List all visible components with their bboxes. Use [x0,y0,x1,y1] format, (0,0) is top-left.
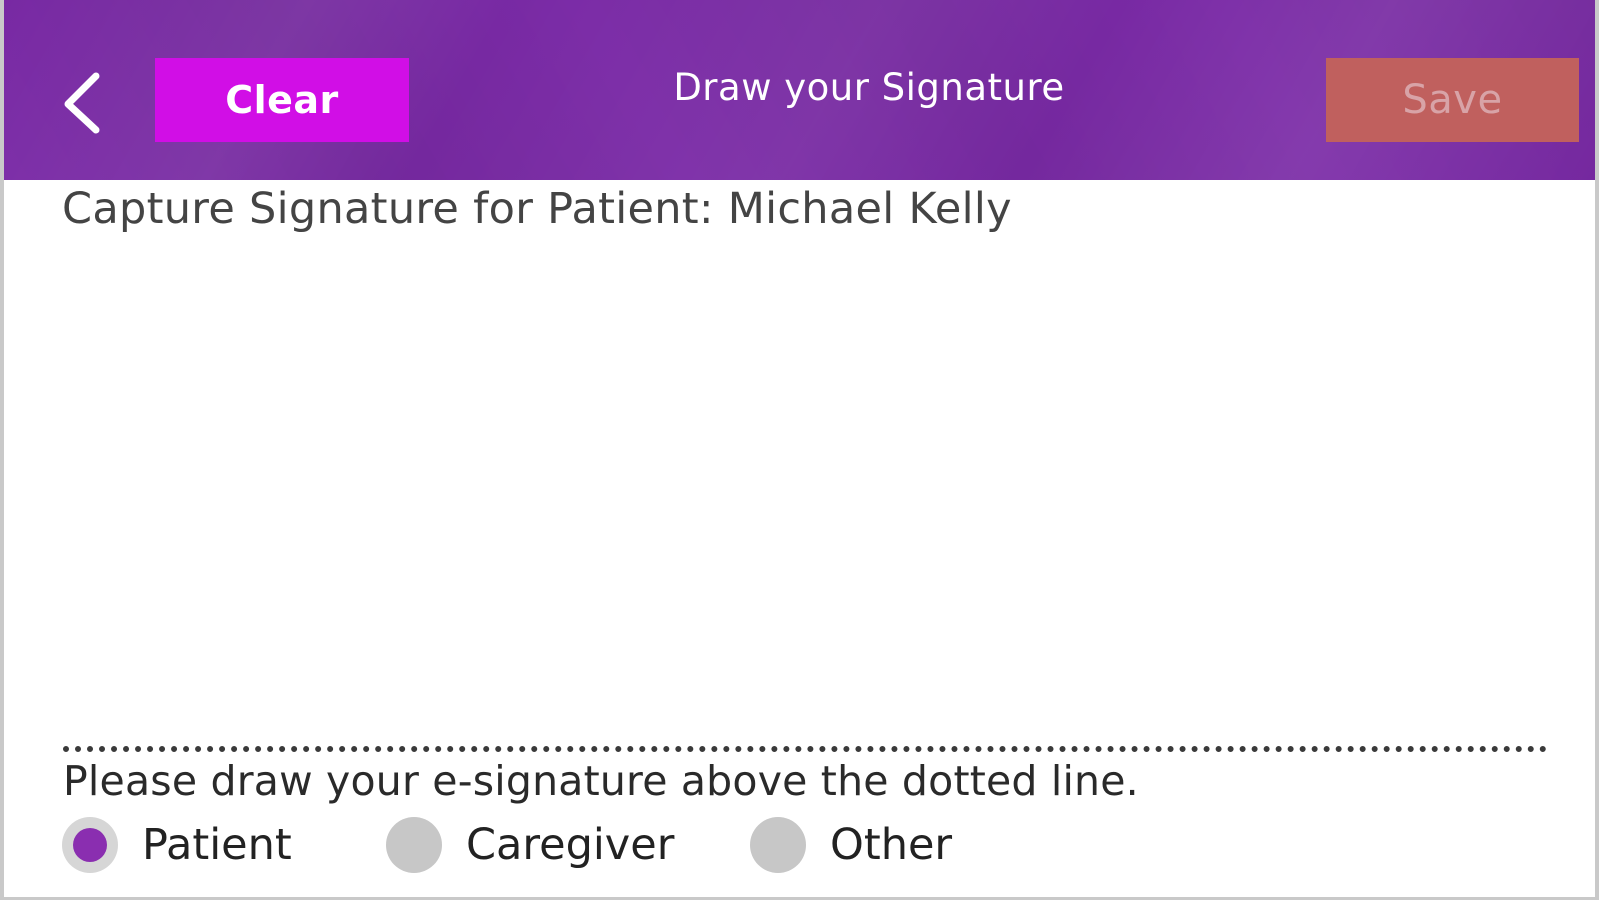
back-button[interactable] [52,66,112,138]
signer-role-group: Patient Caregiver Other [62,814,1462,876]
radio-selected-icon[interactable] [62,817,118,873]
role-label-other: Other [830,820,953,870]
role-label-caregiver: Caregiver [466,820,675,870]
signature-line [63,746,1547,752]
clear-button[interactable]: Clear [155,58,409,142]
instruction-text: Please draw your e-signature above the d… [63,757,1139,805]
radio-unselected-icon[interactable] [750,817,806,873]
capture-label: Capture Signature for Patient: Michael K… [62,184,1012,234]
signature-canvas[interactable] [4,180,1595,750]
role-option-caregiver[interactable]: Caregiver [386,814,674,876]
signature-screen: Clear Draw your Signature Save Capture S… [0,0,1599,900]
role-label-patient: Patient [142,820,292,870]
chevron-left-icon [64,72,100,134]
radio-dot [73,828,107,862]
save-button[interactable]: Save [1326,58,1579,142]
header-bar: Clear Draw your Signature Save [4,0,1595,180]
role-option-other[interactable]: Other [750,814,952,876]
radio-unselected-icon[interactable] [386,817,442,873]
page-title: Draw your Signature [673,66,1065,109]
role-option-patient[interactable]: Patient [62,814,292,876]
